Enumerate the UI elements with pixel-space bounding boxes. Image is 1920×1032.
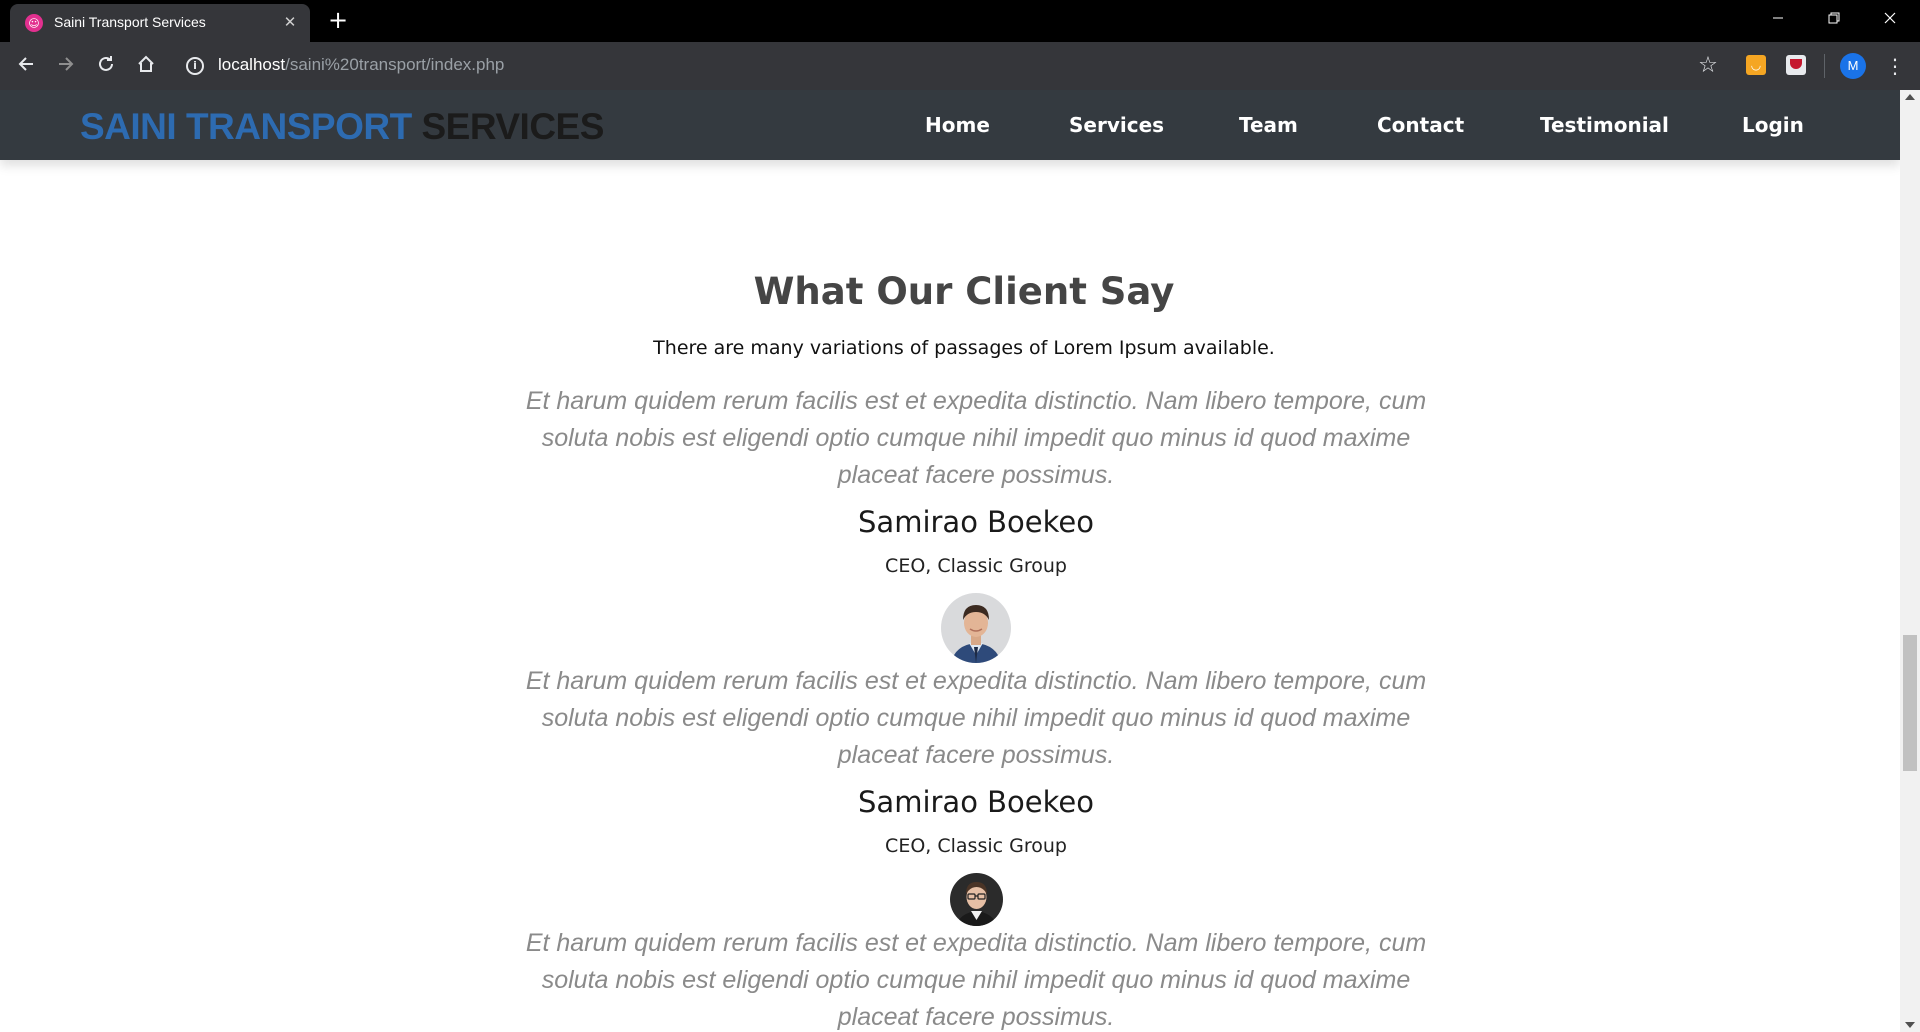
tab-close-icon[interactable]: ✕ — [280, 12, 300, 32]
nav-link-contact[interactable]: Contact — [1377, 113, 1464, 137]
profile-avatar[interactable]: M — [1840, 53, 1866, 79]
page-viewport: SAINI TRANSPORT SERVICES Home Services T… — [0, 90, 1900, 1032]
testimonial-author-name: Samirao Boekeo — [858, 785, 1094, 819]
nav-link-home[interactable]: Home — [925, 113, 990, 137]
man-in-suit-avatar — [941, 593, 1011, 663]
site-favicon-icon: ☺ — [25, 14, 43, 32]
window-close-button[interactable] — [1862, 0, 1918, 38]
browser-tab[interactable]: ☺ Saini Transport Services ✕ — [10, 4, 310, 42]
browser-tab-strip: ☺ Saini Transport Services ✕ + — [0, 0, 1920, 42]
tab-title: Saini Transport Services — [54, 14, 206, 30]
scroll-up-arrow-icon[interactable] — [1905, 94, 1915, 100]
window-minimize-button[interactable] — [1750, 0, 1806, 38]
browser-toolbar: i localhost/saini%20transport/index.php … — [0, 42, 1920, 90]
nav-link-login[interactable]: Login — [1742, 113, 1804, 137]
home-icon[interactable] — [130, 50, 162, 82]
extension-icon[interactable]: ◡ — [1746, 55, 1766, 75]
nav-link-testimonial[interactable]: Testimonial — [1540, 113, 1669, 137]
window-restore-button[interactable] — [1806, 0, 1862, 38]
testimonial-author-role: CEO, Classic Group — [885, 835, 1067, 857]
testimonial-quote: Et harum quidem rerum facilis est et exp… — [525, 387, 1427, 489]
testimonial-quote: Et harum quidem rerum facilis est et exp… — [525, 929, 1427, 1031]
nav-link-team[interactable]: Team — [1239, 113, 1298, 137]
man-with-glasses-avatar — [950, 873, 1003, 926]
url-path: /saini%20transport/index.php — [285, 55, 505, 74]
testimonial-author-role: CEO, Classic Group — [885, 555, 1067, 577]
site-info-icon[interactable]: i — [186, 57, 204, 75]
site-header: SAINI TRANSPORT SERVICES Home Services T… — [0, 90, 1900, 160]
main-nav: Home Services Team Contact Testimonial L… — [0, 90, 1900, 160]
address-bar[interactable]: localhost/saini%20transport/index.php — [218, 55, 504, 75]
bookmark-star-icon[interactable]: ☆ — [1692, 50, 1724, 82]
reload-icon[interactable] — [90, 50, 122, 82]
scroll-down-arrow-icon[interactable] — [1905, 1022, 1915, 1028]
testimonial-author-name: Samirao Boekeo — [858, 505, 1094, 539]
new-tab-button[interactable]: + — [324, 6, 352, 34]
url-host: localhost — [218, 55, 286, 74]
testimonial-quote: Et harum quidem rerum facilis est et exp… — [525, 667, 1427, 769]
scrollbar-thumb[interactable] — [1903, 635, 1917, 771]
section-subtitle: There are many variations of passages of… — [653, 337, 1275, 359]
toolbar-divider — [1824, 54, 1825, 78]
page-scrollbar[interactable] — [1900, 90, 1920, 1032]
section-title: What Our Client Say — [753, 270, 1175, 313]
back-arrow-icon[interactable] — [10, 50, 42, 82]
browser-menu-icon[interactable]: ⋮ — [1880, 50, 1910, 82]
nav-link-services[interactable]: Services — [1069, 113, 1164, 137]
pocket-extension-icon[interactable] — [1786, 55, 1806, 75]
forward-arrow-icon[interactable] — [50, 50, 82, 82]
